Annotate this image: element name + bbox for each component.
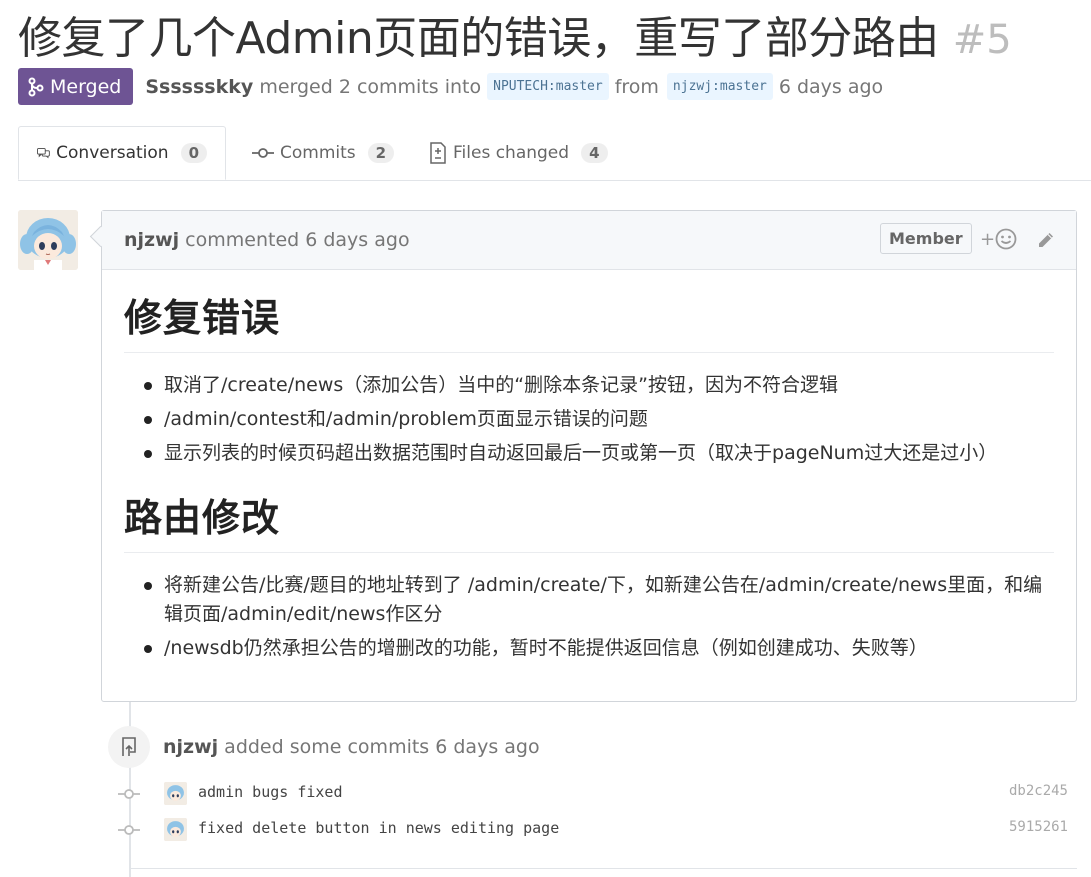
tab-files-changed[interactable]: Files changed 4 (429, 126, 608, 180)
pr-title-row: 修复了几个Admin页面的错误，重写了部分路由 #5 (18, 2, 1012, 66)
pr-number: #5 (952, 17, 1012, 63)
avatar-image (18, 210, 78, 270)
event-author-link[interactable]: njzwj (163, 736, 218, 758)
smiley-icon (995, 228, 1017, 250)
tab-label: Commits (280, 143, 356, 163)
bullet-list: 取消了/create/news（添加公告）当中的“删除本条记录”按钮，因为不符合… (124, 371, 1054, 468)
tab-counter: 2 (367, 143, 395, 163)
list-item: 取消了/create/news（添加公告）当中的“删除本条记录”按钮，因为不符合… (124, 371, 1054, 400)
comment-box: njzwj commented 6 days ago Member + 修复错误… (101, 210, 1077, 702)
comment-discussion-icon (37, 148, 50, 159)
timeline-event: njzwj added some commits 6 days ago (163, 736, 540, 758)
tab-commits[interactable]: Commits 2 (252, 126, 395, 180)
list-item: /admin/contest和/admin/problem页面显示错误的问题 (124, 405, 1054, 434)
commit-icon (252, 148, 274, 158)
pr-meta: Merged Sssssskky merged 2 commits into N… (18, 68, 883, 105)
commit-row: admin bugs fixed db2c245 (118, 782, 1068, 806)
commit-icon (118, 825, 140, 835)
avatar-image (164, 818, 187, 841)
commit-row: fixed delete button in news editing page… (118, 818, 1068, 842)
tab-counter: 4 (581, 143, 608, 163)
merge-text: merged 2 commits into (259, 75, 482, 98)
pencil-icon (1039, 233, 1053, 247)
comment-author-link[interactable]: njzwj (124, 229, 179, 251)
merge-time: 6 days ago (778, 75, 884, 98)
state-label: Merged (50, 75, 122, 98)
list-item: 显示列表的时候页码超出数据范围时自动返回最后一页或第一页（取决于pageNum过… (124, 439, 1054, 468)
add-reaction-button[interactable]: + (980, 228, 1017, 250)
head-branch[interactable]: njzwj:master (666, 73, 773, 100)
divider (131, 868, 1077, 869)
comment-header: njzwj commented 6 days ago Member + (102, 211, 1076, 270)
list-item: /newsdb仍然承担公告的增删改的功能，暂时不能提供返回信息（例如创建成功、失… (124, 634, 1054, 663)
commit-message-link[interactable]: admin bugs fixed (198, 783, 343, 801)
commit-message-link[interactable]: fixed delete button in news editing page (198, 819, 559, 837)
section-heading: 路由修改 (124, 490, 1054, 553)
tab-label: Files changed (453, 143, 570, 163)
edit-comment-button[interactable] (1036, 230, 1056, 255)
base-branch[interactable]: NPUTECH:master (487, 73, 609, 100)
avatar[interactable] (164, 782, 187, 805)
event-text: added some commits 6 days ago (224, 736, 540, 758)
comment-action: commented 6 days ago (185, 229, 410, 251)
pr-tabs: Conversation 0 Commits 2 Files changed 4 (18, 126, 1091, 181)
from-text: from (614, 75, 659, 98)
bullet-list: 将新建公告/比赛/题目的地址转到了 /admin/create/下，如新建公告在… (124, 571, 1054, 663)
file-diff-icon (430, 142, 446, 164)
repo-push-icon (122, 737, 136, 756)
avatar[interactable] (18, 210, 78, 270)
avatar-image (164, 782, 187, 805)
commit-sha-link[interactable]: db2c245 (1009, 783, 1068, 799)
timeline-badge (108, 726, 150, 768)
merged-state-badge: Merged (18, 68, 134, 105)
plus-label: + (980, 228, 996, 250)
section-heading: 修复错误 (124, 290, 1054, 353)
member-badge: Member (880, 223, 972, 254)
avatar[interactable] (164, 818, 187, 841)
merge-description: Sssssskky merged 2 commits into (145, 76, 481, 98)
comment-body: 修复错误 取消了/create/news（添加公告）当中的“删除本条记录”按钮，… (102, 270, 1076, 663)
commit-icon (118, 789, 140, 799)
tab-counter: 0 (180, 143, 207, 163)
tab-conversation[interactable]: Conversation 0 (18, 126, 226, 180)
tab-label: Conversation (56, 143, 169, 163)
list-item: 将新建公告/比赛/题目的地址转到了 /admin/create/下，如新建公告在… (124, 571, 1054, 629)
merger-author-link[interactable]: Sssssskky (145, 76, 253, 98)
git-merge-icon (28, 77, 44, 96)
pr-title: 修复了几个Admin页面的错误，重写了部分路由 (18, 13, 939, 64)
commit-sha-link[interactable]: 5915261 (1009, 819, 1068, 835)
